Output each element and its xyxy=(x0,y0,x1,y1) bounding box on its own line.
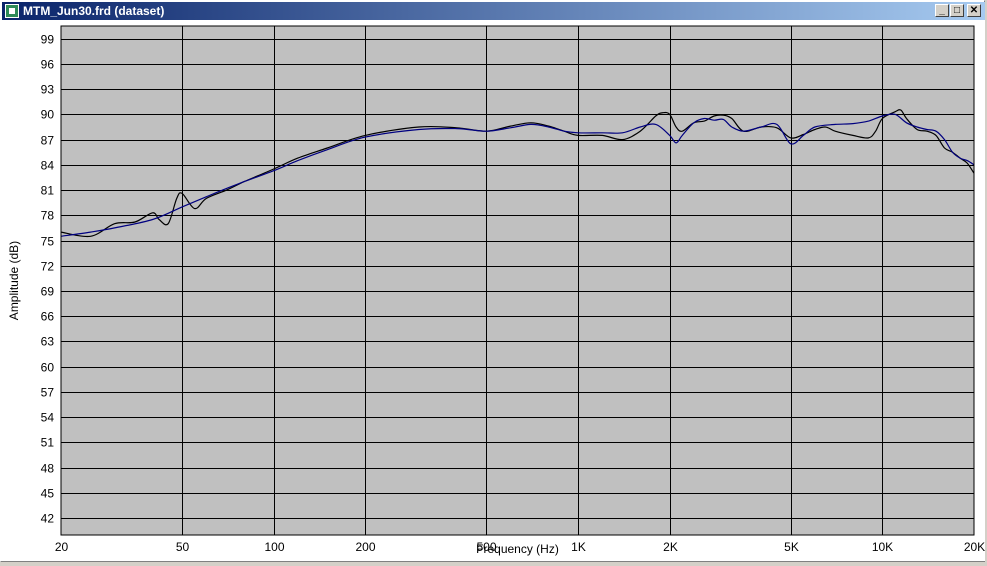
window-title: MTM_Jun30.frd (dataset) xyxy=(23,4,165,18)
x-tick-label: 20 xyxy=(55,540,69,554)
x-axis-label: Frequency (Hz) xyxy=(476,542,559,556)
y-tick-label: 57 xyxy=(41,386,55,400)
x-tick-label: 20K xyxy=(964,540,985,554)
x-tick-label: 10K xyxy=(872,540,893,554)
y-tick-label: 93 xyxy=(41,83,55,97)
y-tick-label: 60 xyxy=(41,361,55,375)
x-tick-label: 5K xyxy=(784,540,799,554)
y-tick-label: 72 xyxy=(41,260,55,274)
x-tick-label: 200 xyxy=(355,540,375,554)
y-tick-label: 75 xyxy=(41,235,55,249)
plot-background xyxy=(61,26,974,535)
y-tick-label: 45 xyxy=(41,487,55,501)
y-tick-label: 99 xyxy=(41,33,55,47)
frequency-response-chart: 42 45 48 51 54 57 60 63 66 69 72 75 78 81 84 87 90 93 96 99… xyxy=(7,25,985,556)
y-tick-label: 66 xyxy=(41,310,55,324)
y-tick-label: 87 xyxy=(41,134,55,148)
y-axis-label: Amplitude (dB) xyxy=(7,241,21,320)
y-tick-label: 51 xyxy=(41,436,55,450)
y-tick-label: 54 xyxy=(41,411,55,425)
y-tick-label: 84 xyxy=(41,159,55,173)
y-tick-label: 69 xyxy=(41,285,55,299)
close-button[interactable]: ✕ xyxy=(967,4,981,17)
x-tick-label: 2K xyxy=(663,540,678,554)
y-tick-label: 63 xyxy=(41,335,55,349)
x-tick-label: 50 xyxy=(176,540,190,554)
maximize-button[interactable]: □ xyxy=(950,4,964,17)
y-tick-label: 90 xyxy=(41,108,55,122)
minimize-button[interactable]: _ xyxy=(935,4,949,17)
y-tick-label: 78 xyxy=(41,209,55,223)
app-icon[interactable] xyxy=(5,4,19,18)
app-window: MTM_Jun30.frd (dataset) _ □ ✕ 42 45 48 51 54… xyxy=(0,0,985,562)
y-tick-label: 96 xyxy=(41,58,55,72)
x-tick-label: 100 xyxy=(264,540,284,554)
title-bar[interactable]: MTM_Jun30.frd (dataset) _ □ ✕ xyxy=(2,2,985,20)
x-tick-label: 1K xyxy=(571,540,586,554)
y-tick-label: 81 xyxy=(41,184,55,198)
chart-area: 42 45 48 51 54 57 60 63 66 69 72 75 78 81 84 87 90 93 96 99… xyxy=(2,20,985,561)
y-tick-label: 48 xyxy=(41,462,55,476)
y-tick-label: 42 xyxy=(41,512,55,526)
